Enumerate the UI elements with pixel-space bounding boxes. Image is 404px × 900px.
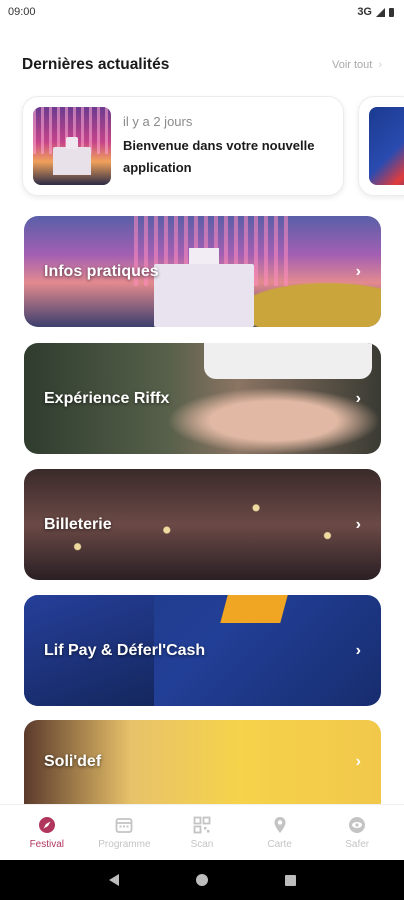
- nav-label: Carte: [267, 838, 292, 850]
- chevron-right-icon: ›: [355, 753, 361, 770]
- shield-eye-icon: [348, 816, 366, 834]
- signal-icon: [376, 7, 385, 17]
- recent-apps-icon[interactable]: [284, 874, 296, 886]
- news-headline: Bienvenue dans votre nouvelle applicatio…: [123, 137, 315, 175]
- feature-card-lif-pay[interactable]: Lif Pay & Déferl'Cash ›: [24, 595, 381, 706]
- news-thumbnail: [369, 107, 404, 185]
- nav-item-programme[interactable]: Programme: [88, 816, 160, 850]
- status-indicators: 3G: [357, 6, 394, 18]
- feature-label: Infos pratiques: [44, 262, 159, 280]
- chevron-right-icon: ›: [355, 641, 361, 659]
- news-header: Dernières actualités Voir tout ›: [22, 56, 382, 74]
- status-time: 09:00: [8, 6, 36, 18]
- battery-icon: [389, 7, 394, 17]
- calendar-icon: [115, 816, 133, 834]
- news-thumbnail: [33, 107, 111, 185]
- map-pin-icon: [271, 816, 289, 834]
- chevron-right-icon: ›: [378, 59, 382, 71]
- chevron-right-icon: ›: [355, 515, 361, 533]
- feature-card-solidef[interactable]: Soli'def ›: [24, 720, 381, 804]
- compass-icon: [38, 816, 56, 834]
- feature-card-billeterie[interactable]: Billeterie ›: [24, 469, 381, 580]
- nav-item-scan[interactable]: Scan: [166, 816, 238, 850]
- news-date: il y a 2 jours: [123, 113, 193, 129]
- nav-label: Scan: [190, 838, 214, 850]
- news-card-next[interactable]: [358, 96, 404, 196]
- nav-item-carte[interactable]: Carte: [244, 816, 316, 850]
- chevron-right-icon: ›: [355, 262, 361, 280]
- app-screen: 09:00 3G Dernières actualités Voir tout …: [0, 0, 404, 900]
- system-navigation-bar: [0, 860, 404, 900]
- home-icon[interactable]: [195, 874, 208, 886]
- back-icon[interactable]: [108, 874, 119, 886]
- feature-label: Billeterie: [44, 515, 112, 533]
- nav-label: Safer: [345, 838, 370, 850]
- chevron-right-icon: ›: [355, 389, 361, 407]
- bottom-navigation: Festival Programme Scan Carte Safer: [0, 804, 404, 860]
- news-section-title: Dernières actualités: [22, 56, 170, 73]
- feature-label: Soli'def: [44, 753, 102, 770]
- nav-item-festival[interactable]: Festival: [11, 816, 83, 850]
- see-all-link[interactable]: Voir tout ›: [332, 59, 382, 71]
- feature-card-infos-pratiques[interactable]: Infos pratiques ›: [24, 216, 381, 327]
- feature-label: Lif Pay & Déferl'Cash: [44, 641, 206, 659]
- nav-label: Programme: [98, 838, 151, 850]
- feature-card-experience-riffx[interactable]: Expérience Riffx ›: [24, 343, 381, 454]
- qr-code-icon: [193, 816, 211, 834]
- status-bar: 09:00 3G: [0, 0, 404, 24]
- see-all-label: Voir tout: [331, 59, 373, 71]
- nav-label: Festival: [29, 838, 65, 850]
- nav-item-safer[interactable]: Safer: [321, 816, 393, 850]
- news-card[interactable]: il y a 2 jours Bienvenue dans votre nouv…: [22, 96, 344, 196]
- network-type: 3G: [357, 6, 372, 18]
- news-text: il y a 2 jours Bienvenue dans votre nouv…: [123, 114, 333, 179]
- feature-label: Expérience Riffx: [44, 389, 170, 407]
